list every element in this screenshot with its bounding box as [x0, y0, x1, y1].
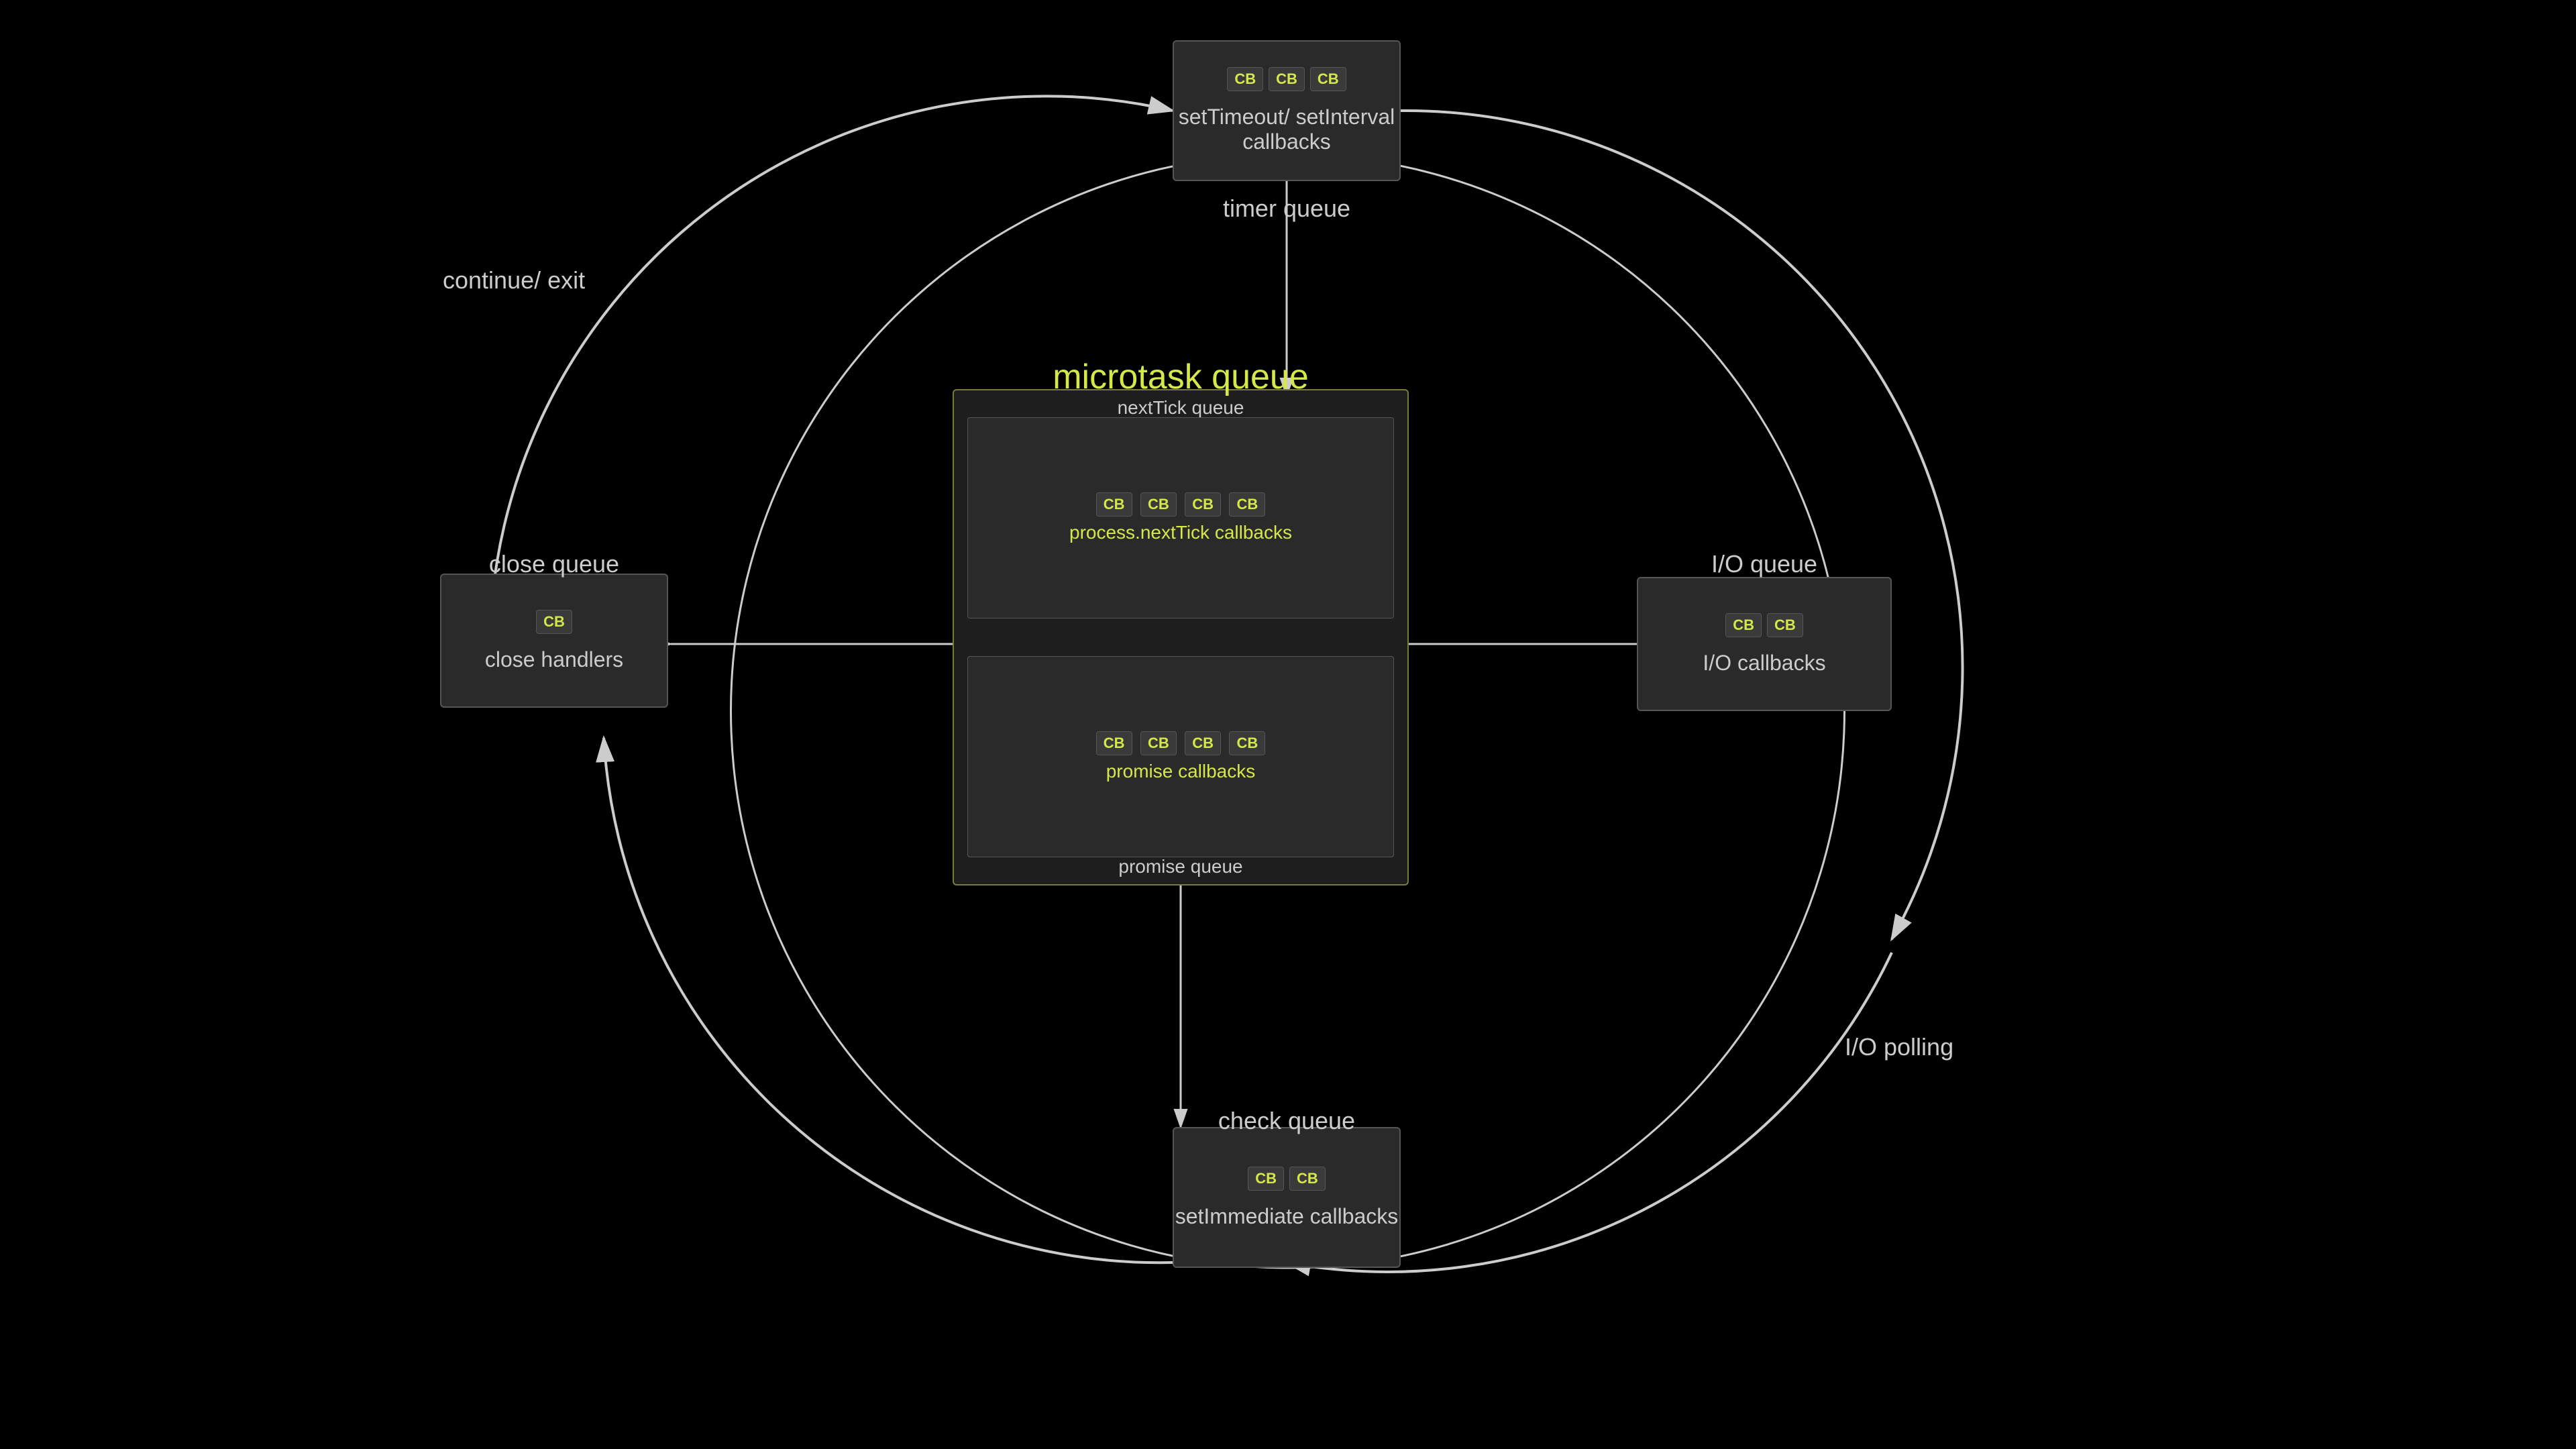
- timer-cb-row: CB CB CB: [1224, 67, 1348, 91]
- check-queue-box: CB CB setImmediate callbacks: [1173, 1127, 1401, 1268]
- timer-box-label: setTimeout/ setInterval callbacks: [1174, 105, 1399, 154]
- io-box-label: I/O callbacks: [1703, 651, 1825, 676]
- promise-cb-row: CB CB CB CB: [1093, 731, 1268, 755]
- cb-badge: CB: [1289, 1167, 1326, 1191]
- cb-badge: CB: [1229, 731, 1265, 755]
- io-queue-box: CB CB I/O callbacks: [1637, 577, 1892, 711]
- nexttick-inner-box: CB CB CB CB process.nextTick callbacks: [967, 417, 1394, 619]
- timer-queue-box: CB CB CB setTimeout/ setInterval callbac…: [1173, 40, 1401, 181]
- microtask-queue-title: microtask queue: [954, 357, 1407, 397]
- nexttick-queue-label: nextTick queue: [954, 397, 1407, 419]
- promise-queue-label: promise queue: [954, 856, 1407, 877]
- close-queue-title: close queue: [440, 550, 668, 578]
- promise-inner-box: CB CB CB CB promise callbacks: [967, 656, 1394, 857]
- nexttick-cb-row: CB CB CB CB: [1093, 492, 1268, 517]
- cb-badge: CB: [1725, 613, 1762, 637]
- check-cb-row: CB CB: [1245, 1167, 1328, 1191]
- cb-badge: CB: [1310, 67, 1346, 91]
- cb-badge: CB: [1140, 492, 1177, 517]
- promise-inner-label: promise callbacks: [1106, 761, 1256, 782]
- continue-exit-label: continue/ exit: [443, 265, 585, 297]
- cb-badge: CB: [536, 610, 572, 634]
- cb-badge: CB: [1248, 1167, 1284, 1191]
- cb-badge: CB: [1229, 492, 1265, 517]
- io-cb-row: CB CB: [1723, 613, 1806, 637]
- cb-badge: CB: [1185, 492, 1221, 517]
- cb-badge: CB: [1269, 67, 1305, 91]
- cb-badge: CB: [1096, 492, 1132, 517]
- io-polling-label: I/O polling: [1845, 1033, 1953, 1061]
- check-box-label: setImmediate callbacks: [1175, 1204, 1399, 1229]
- io-queue-title: I/O queue: [1637, 550, 1892, 578]
- cb-badge: CB: [1185, 731, 1221, 755]
- nexttick-inner-label: process.nextTick callbacks: [1069, 522, 1292, 543]
- cb-badge: CB: [1140, 731, 1177, 755]
- diagram-container: CB CB CB setTimeout/ setInterval callbac…: [0, 0, 2576, 1449]
- check-queue-title: check queue: [1173, 1107, 1401, 1135]
- timer-queue-title: timer queue: [1173, 195, 1401, 223]
- close-queue-box: CB close handlers: [440, 574, 668, 708]
- close-cb-row: CB: [533, 610, 575, 634]
- cb-badge: CB: [1096, 731, 1132, 755]
- close-box-label: close handlers: [485, 647, 623, 672]
- cb-badge: CB: [1767, 613, 1803, 637]
- microtask-outer-box: microtask queue nextTick queue CB CB CB …: [953, 389, 1409, 885]
- cb-badge: CB: [1227, 67, 1263, 91]
